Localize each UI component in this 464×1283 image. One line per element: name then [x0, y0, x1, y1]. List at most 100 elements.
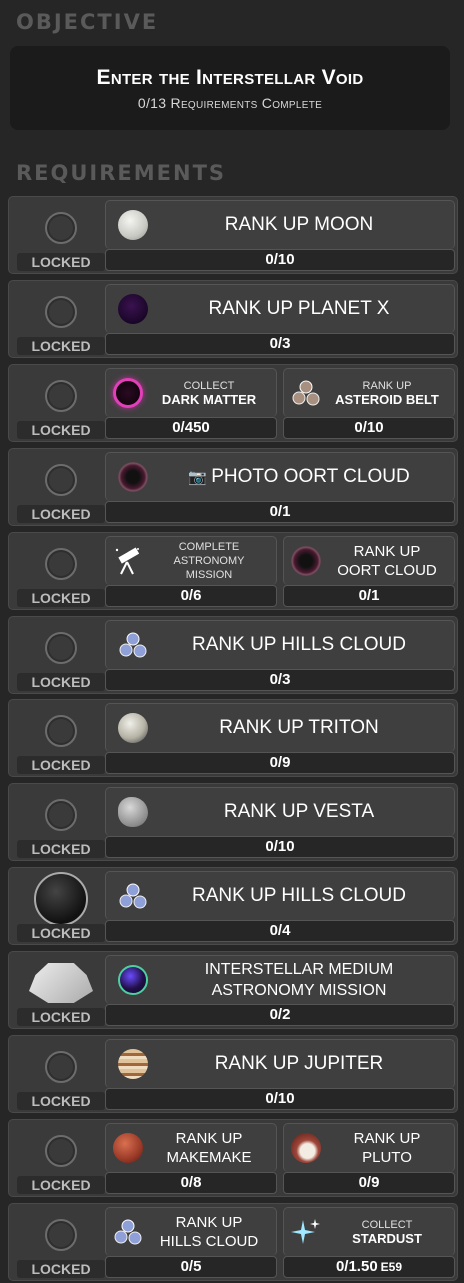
requirement-progress: 0/1.50 E59	[283, 1256, 455, 1278]
requirement-row[interactable]: LOCKED COMPLETE ASTRONOMY MISSION 0/6 RANK UP…	[8, 532, 458, 610]
locked-label: LOCKED	[17, 1008, 105, 1026]
requirement-progress: 0/10	[105, 1088, 455, 1110]
requirement-label: RANK UP PLUTO	[353, 1130, 421, 1166]
hills-cloud-icon	[118, 881, 148, 911]
dark-matter-icon	[113, 378, 143, 408]
requirement-row[interactable]: LOCKED COLLECT DARK MATTER 0/450 RANK UP ASTE…	[8, 364, 458, 442]
requirement-label: COMPLETE ASTRONOMY MISSION	[173, 541, 245, 581]
requirements-section-title: REQUIREMENTS	[16, 161, 227, 185]
lock-area	[17, 455, 105, 505]
lock-icon	[45, 1051, 77, 1083]
requirement-progress: 0/10	[105, 836, 455, 858]
locked-label: LOCKED	[17, 337, 105, 355]
hills-cloud-icon	[113, 1217, 143, 1247]
lock-icon	[45, 212, 77, 244]
lock-area	[17, 1210, 105, 1260]
locked-label: LOCKED	[17, 840, 105, 858]
planet-x-icon	[118, 294, 148, 324]
requirement-row[interactable]: LOCKED RANK UP JUPITER 0/10	[8, 1035, 458, 1113]
requirement-progress: 0/10	[283, 417, 455, 439]
interstellar-medium-icon	[118, 965, 148, 995]
requirement-row[interactable]: LOCKED RANK UP HILLS CLOUD 0/5 COLLECT STARDU…	[8, 1203, 458, 1281]
requirement-tile[interactable]: RANK UP PLANET X	[105, 284, 455, 333]
requirement-tile[interactable]: RANK UP ASTEROID BELT	[283, 368, 455, 417]
requirement-tile[interactable]: COLLECT DARK MATTER	[105, 368, 277, 417]
requirement-label: RANK UP OORT CLOUD	[337, 543, 437, 579]
requirement-tile[interactable]: 📷 PHOTO OORT CLOUD	[105, 452, 455, 501]
oort-cloud-icon	[118, 462, 148, 492]
lock-icon	[45, 799, 77, 831]
requirement-progress: 0/4	[105, 920, 455, 942]
objective-progress: 0/13 Requirements Complete	[137, 94, 323, 111]
locked-label: LOCKED	[17, 1176, 105, 1194]
requirement-tile[interactable]: RANK UP JUPITER	[105, 1039, 455, 1088]
requirement-label: RANK UP HILLS CLOUD	[159, 1214, 259, 1250]
locked-label: LOCKED	[17, 756, 105, 774]
requirement-tile[interactable]: RANK UP VESTA	[105, 787, 455, 836]
jupiter-icon	[118, 1049, 148, 1079]
requirement-row[interactable]: LOCKED RANK UP MOON 0/10	[8, 196, 458, 274]
asteroid-belt-icon	[291, 378, 321, 408]
requirement-progress: 0/5	[105, 1256, 277, 1278]
lock-area	[17, 958, 105, 1008]
lock-area	[17, 706, 105, 756]
lock-icon	[45, 548, 77, 580]
requirement-label: RANK UP TRITON	[219, 717, 379, 738]
requirement-tile[interactable]: RANK UP TRITON	[105, 703, 455, 752]
lock-area	[17, 539, 105, 589]
requirement-row[interactable]: LOCKED RANK UP VESTA 0/10	[8, 783, 458, 861]
lock-icon	[45, 1135, 77, 1167]
requirement-progress: 0/1	[105, 501, 455, 523]
requirement-tile[interactable]: INTERSTELLAR MEDIUM ASTRONOMY MISSION	[105, 955, 455, 1004]
requirement-progress: 0/450	[105, 417, 277, 439]
lock-icon	[45, 464, 77, 496]
locked-label: LOCKED	[17, 924, 105, 942]
hills-cloud-icon	[118, 630, 148, 660]
bubble-lock-icon	[34, 872, 88, 926]
requirement-tile[interactable]: RANK UP OORT CLOUD	[283, 536, 455, 585]
camera-icon: 📷	[188, 469, 212, 486]
requirement-progress: 0/9	[283, 1172, 455, 1194]
requirement-progress: 0/9	[105, 752, 455, 774]
makemake-icon	[113, 1133, 143, 1163]
vesta-icon	[118, 797, 148, 827]
requirement-tile[interactable]: RANK UP HILLS CLOUD	[105, 1207, 277, 1256]
requirement-row[interactable]: LOCKED RANK UP HILLS CLOUD 0/4	[8, 867, 458, 945]
lock-icon	[45, 715, 77, 747]
locked-label: LOCKED	[17, 505, 105, 523]
requirement-tile[interactable]: COMPLETE ASTRONOMY MISSION	[105, 536, 277, 585]
lock-area	[17, 623, 105, 673]
requirement-row[interactable]: LOCKED RANK UP TRITON 0/9	[8, 699, 458, 777]
lock-area	[17, 872, 105, 926]
requirement-row[interactable]: LOCKED RANK UP MAKEMAKE 0/8 RANK UP PLUTO 0/9	[8, 1119, 458, 1197]
locked-label: LOCKED	[17, 1092, 105, 1110]
objective-card: Enter the Interstellar Void 0/13 Require…	[10, 46, 450, 130]
objective-title: Enter the Interstellar Void	[96, 65, 364, 89]
oort-cloud-icon	[291, 546, 321, 576]
requirement-row[interactable]: LOCKED RANK UP HILLS CLOUD 0/3	[8, 616, 458, 694]
locked-label: LOCKED	[17, 253, 105, 271]
requirement-label: RANK UP PLANET X	[208, 298, 390, 319]
requirement-progress: 0/8	[105, 1172, 277, 1194]
requirement-tile[interactable]: RANK UP MAKEMAKE	[105, 1123, 277, 1172]
stardust-icon	[291, 1217, 321, 1247]
requirement-tile[interactable]: RANK UP MOON	[105, 200, 455, 249]
requirement-label: RANK UP HILLS CLOUD	[192, 634, 406, 655]
requirement-progress: 0/3	[105, 333, 455, 355]
requirement-row[interactable]: LOCKED INTERSTELLAR MEDIUM ASTRONOMY MISSI…	[8, 951, 458, 1029]
requirement-row[interactable]: LOCKED 📷 PHOTO OORT CLOUD 0/1	[8, 448, 458, 526]
requirement-tile[interactable]: COLLECT STARDUST	[283, 1207, 455, 1256]
requirement-tile[interactable]: RANK UP HILLS CLOUD	[105, 871, 455, 920]
lock-icon	[45, 296, 77, 328]
requirement-label: RANK UP MOON	[224, 214, 374, 235]
locked-label: LOCKED	[17, 673, 105, 691]
requirement-tile[interactable]: RANK UP PLUTO	[283, 1123, 455, 1172]
requirement-row[interactable]: LOCKED RANK UP PLANET X 0/3	[8, 280, 458, 358]
requirement-tile[interactable]: RANK UP HILLS CLOUD	[105, 620, 455, 669]
lock-icon	[45, 632, 77, 664]
requirement-label: RANK UP JUPITER	[214, 1053, 384, 1074]
lock-area	[17, 1042, 105, 1092]
lock-area	[17, 1126, 105, 1176]
requirement-label: RANK UP MAKEMAKE	[166, 1130, 252, 1166]
locked-label: LOCKED	[17, 1260, 105, 1278]
